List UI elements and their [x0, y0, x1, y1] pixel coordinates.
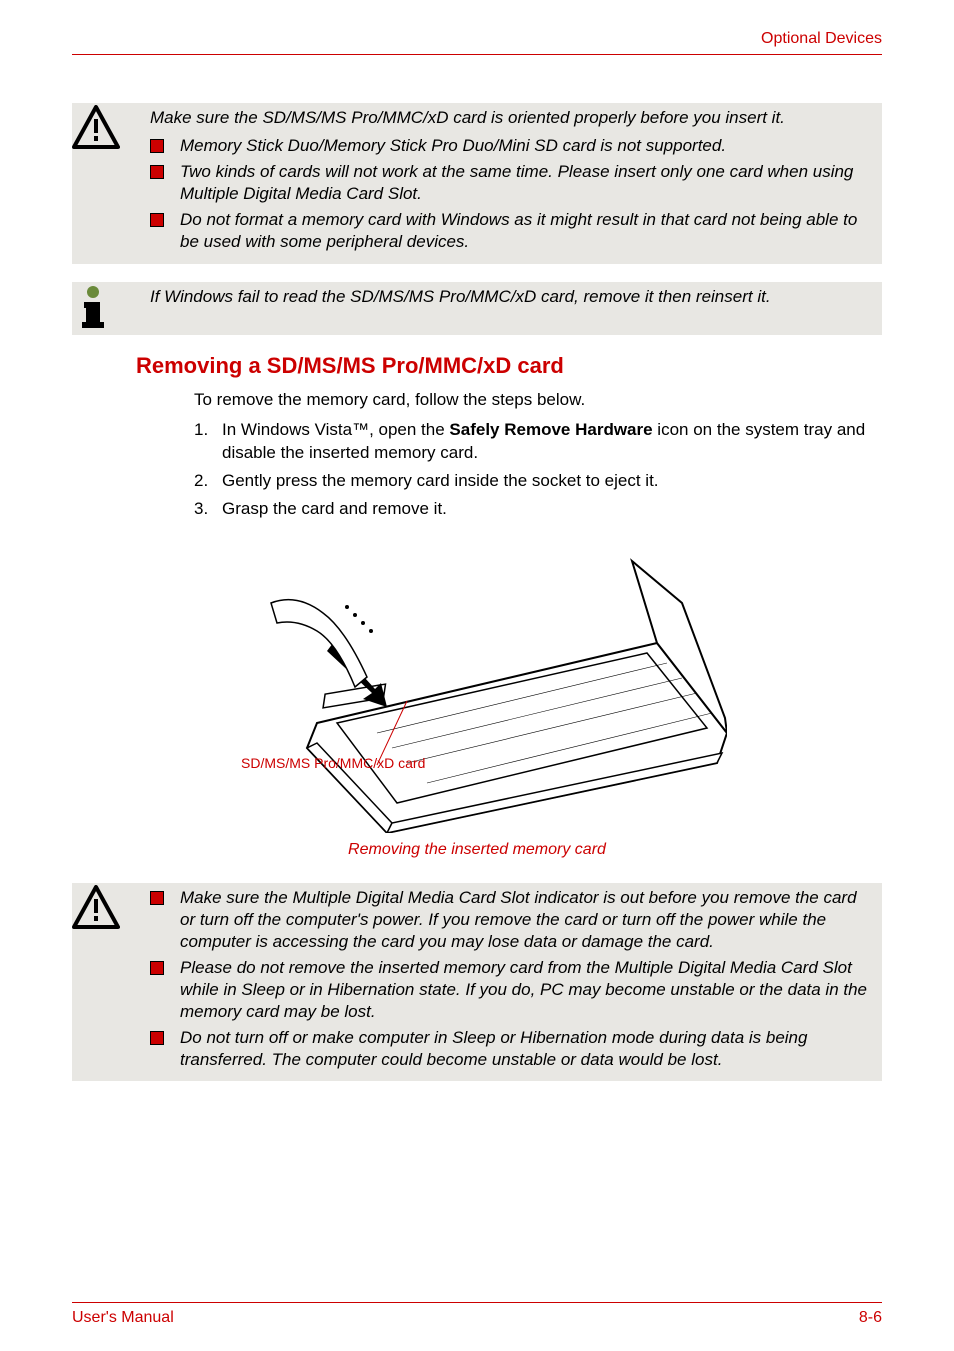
- header-right: Optional Devices: [761, 30, 882, 47]
- warning-callout-1: Make sure the SD/MS/MS Pro/MMC/xD card i…: [72, 103, 882, 264]
- bullet-icon: [150, 961, 164, 975]
- warning-bullet: Two kinds of cards will not work at the …: [150, 161, 872, 205]
- page-footer: User's Manual 8-6: [72, 1302, 882, 1327]
- step-number: 1.: [194, 418, 222, 466]
- warning-bullet: Memory Stick Duo/Memory Stick Pro Duo/Mi…: [150, 135, 872, 157]
- warning-bullet: Make sure the Multiple Digital Media Car…: [150, 887, 872, 953]
- footer-right: 8-6: [859, 1309, 882, 1327]
- warning-bullet: Do not turn off or make computer in Slee…: [150, 1027, 872, 1071]
- info-callout: If Windows fail to read the SD/MS/MS Pro…: [72, 282, 882, 335]
- step-text: Gently press the memory card inside the …: [222, 469, 882, 493]
- page-header: Optional Devices: [72, 30, 882, 55]
- bullet-text: Do not turn off or make computer in Slee…: [180, 1027, 872, 1071]
- step-number: 3.: [194, 497, 222, 521]
- bullet-icon: [150, 1031, 164, 1045]
- footer-left: User's Manual: [72, 1309, 174, 1327]
- step-item: 2. Gently press the memory card inside t…: [194, 469, 882, 493]
- bullet-text: Please do not remove the inserted memory…: [180, 957, 872, 1023]
- bullet-text: Memory Stick Duo/Memory Stick Pro Duo/Mi…: [180, 135, 872, 157]
- step-item: 1. In Windows Vista™, open the Safely Re…: [194, 418, 882, 466]
- bullet-text: Make sure the Multiple Digital Media Car…: [180, 887, 872, 953]
- step-number: 2.: [194, 469, 222, 493]
- bullet-text: Do not format a memory card with Windows…: [180, 209, 872, 253]
- warning-lead-text: Make sure the SD/MS/MS Pro/MMC/xD card i…: [150, 107, 872, 129]
- figure-caption: Removing the inserted memory card: [72, 841, 882, 859]
- figure-label: SD/MS/MS Pro/MMC/xD card: [241, 755, 425, 771]
- bullet-icon: [150, 139, 164, 153]
- warning-icon: [72, 885, 120, 929]
- warning-callout-2: Make sure the Multiple Digital Media Car…: [72, 883, 882, 1082]
- warning-bullet: Do not format a memory card with Windows…: [150, 209, 872, 253]
- step-text-part: In Windows Vista™, open the: [222, 420, 449, 439]
- warning-bullet: Please do not remove the inserted memory…: [150, 957, 872, 1023]
- step-item: 3. Grasp the card and remove it.: [194, 497, 882, 521]
- bullet-icon: [150, 891, 164, 905]
- figure: SD/MS/MS Pro/MMC/xD card Removing the in…: [72, 543, 882, 859]
- warning-icon: [72, 105, 120, 149]
- step-text-bold: Safely Remove Hardware: [449, 420, 652, 439]
- bullet-text: Two kinds of cards will not work at the …: [180, 161, 872, 205]
- laptop-illustration-icon: [227, 543, 727, 833]
- bullet-icon: [150, 165, 164, 179]
- steps-list: 1. In Windows Vista™, open the Safely Re…: [194, 418, 882, 521]
- section-heading: Removing a SD/MS/MS Pro/MMC/xD card: [136, 353, 882, 379]
- bullet-icon: [150, 213, 164, 227]
- step-text: Grasp the card and remove it.: [222, 497, 882, 521]
- step-text: In Windows Vista™, open the Safely Remov…: [222, 418, 882, 466]
- info-text: If Windows fail to read the SD/MS/MS Pro…: [150, 286, 872, 308]
- section-intro: To remove the memory card, follow the st…: [194, 389, 882, 412]
- info-icon: [72, 284, 114, 330]
